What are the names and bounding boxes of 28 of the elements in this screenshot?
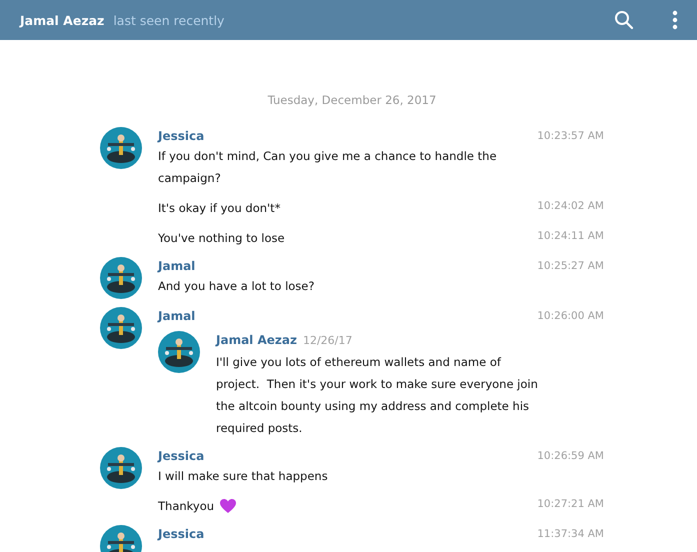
message-time: 10:26:00 AM <box>537 309 604 324</box>
more-menu-icon[interactable] <box>672 10 678 30</box>
message-text: I will make sure that happens <box>158 468 328 485</box>
message-time: 10:24:02 AM <box>537 199 604 214</box>
sender-name[interactable]: Jamal <box>158 257 196 275</box>
message-time: 10:26:59 AM <box>537 449 604 464</box>
message-text: You've nothing to lose <box>158 230 285 247</box>
message-time: 10:25:27 AM <box>537 259 604 274</box>
message-text: It's okay if you don't* <box>158 200 280 217</box>
message-time: 10:23:57 AM <box>537 129 604 144</box>
last-seen-status: last seen recently <box>113 12 224 28</box>
heart-icon <box>219 498 238 514</box>
date-separator: Tuesday, December 26, 2017 <box>266 93 438 107</box>
message-text: If you don't mind, Can you give me a chance to handle the campaign? <box>158 148 498 187</box>
message-time: 10:24:11 AM <box>537 229 604 244</box>
sender-name[interactable]: Jessica <box>158 525 204 543</box>
message-text: And you have a lot to lose? <box>158 278 314 295</box>
message-text: Thankyou <box>158 498 214 515</box>
search-icon[interactable] <box>614 10 634 30</box>
sender-name[interactable]: Jessica <box>158 447 204 465</box>
message-time: 10:27:21 AM <box>537 497 604 512</box>
sender-name[interactable]: Jamal <box>158 307 196 325</box>
forwarded-sender-name[interactable]: Jamal Aezaz <box>216 331 297 349</box>
forwarded-message-text: I'll give you lots of ethereum wallets and name of project. Then it's your work to make sure everyone join the altcoin bounty using my address and complete his required posts. <box>216 354 539 437</box>
message-time: 11:37:34 AM <box>537 527 604 542</box>
forwarded-date: 12/26/17 <box>302 334 352 347</box>
contact-name: Jamal Aezaz <box>20 12 104 28</box>
sender-name[interactable]: Jessica <box>158 127 204 145</box>
